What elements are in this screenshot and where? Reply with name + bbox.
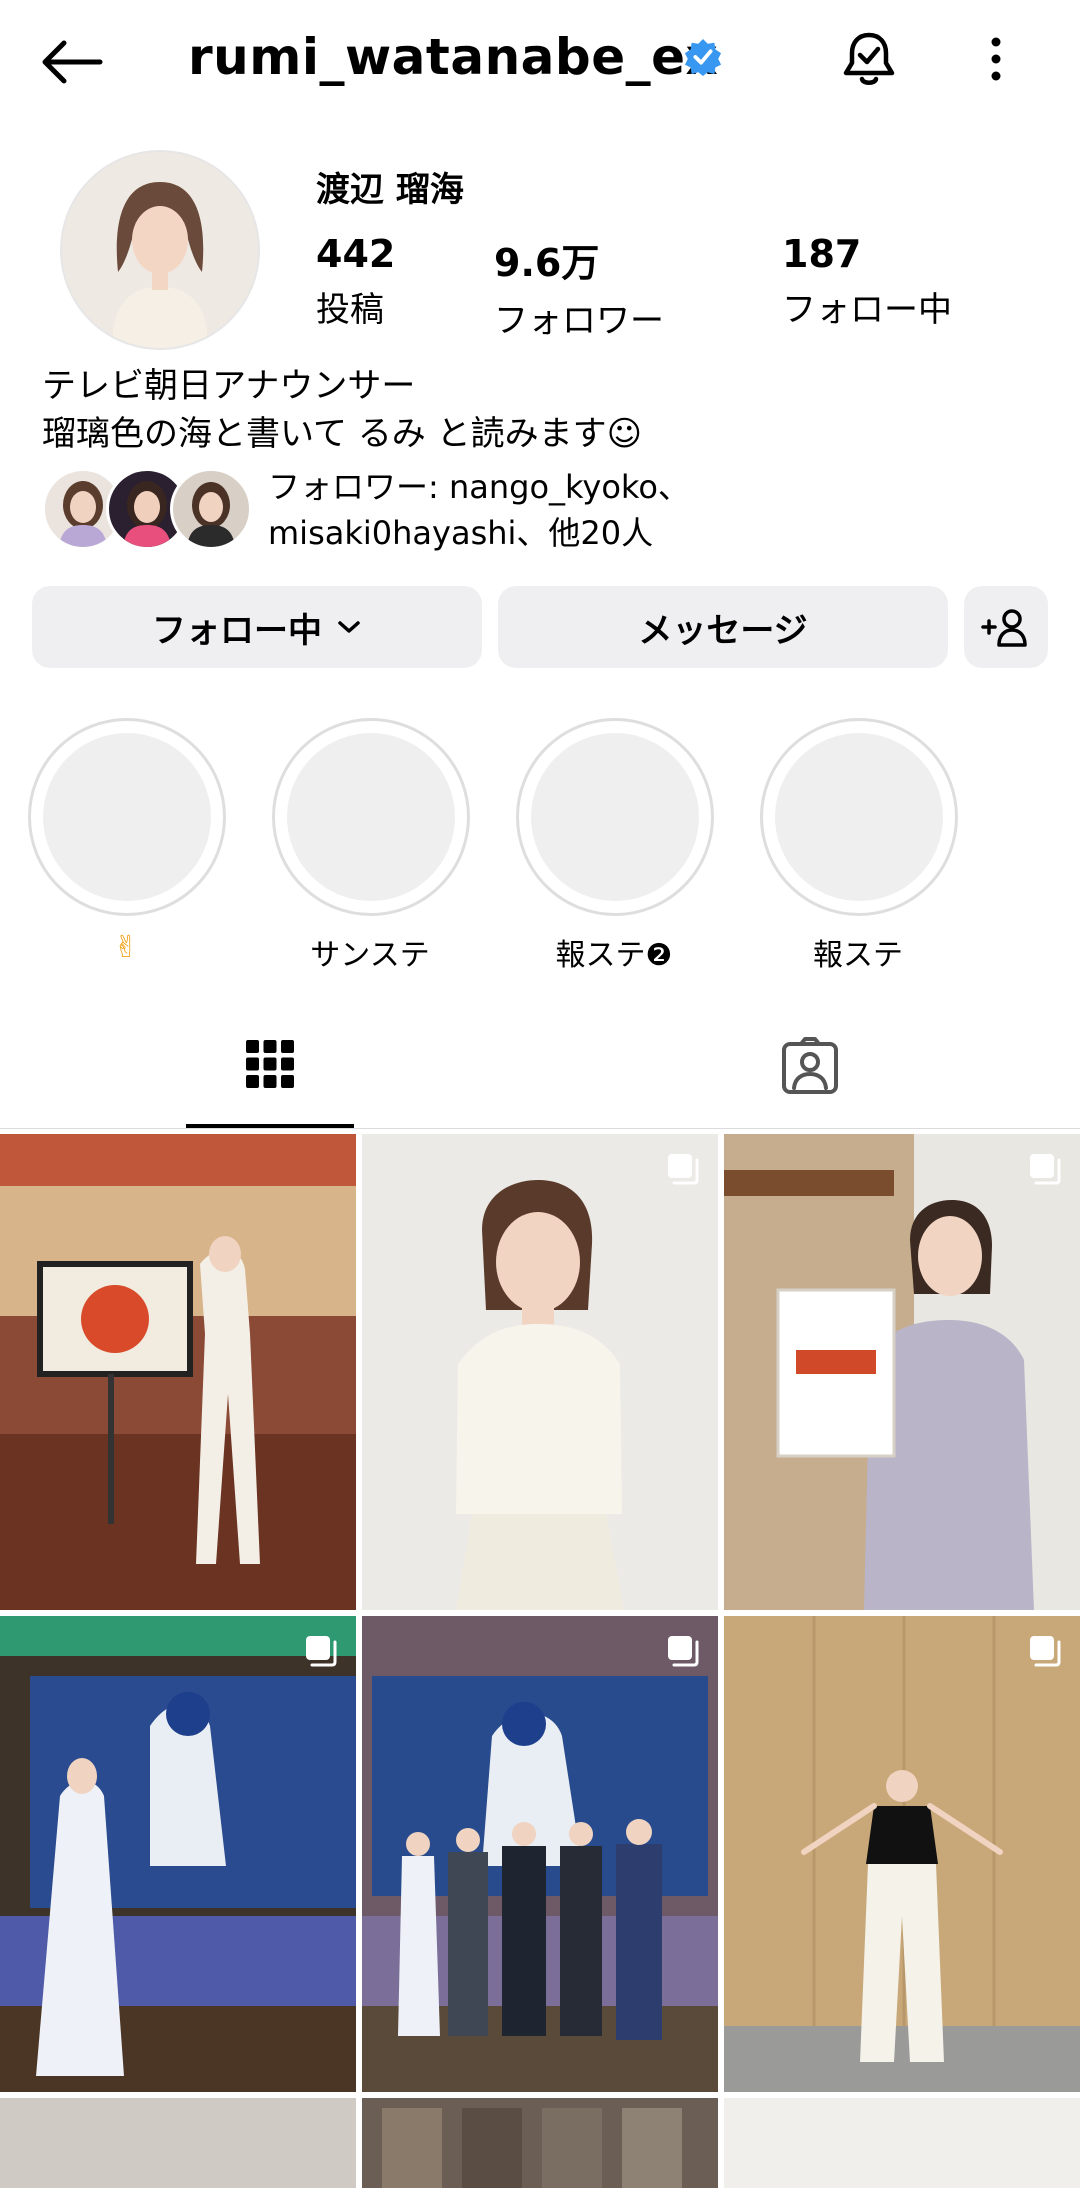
post-image	[362, 1616, 718, 2092]
stat-posts-value: 442	[316, 232, 396, 276]
highlight-cover	[43, 733, 211, 901]
tab-posts-grid[interactable]	[186, 1004, 354, 1128]
bio-line: テレビ朝日アナウンサー	[42, 366, 416, 406]
highlight-ring	[272, 718, 470, 916]
highlight-cover	[775, 733, 943, 901]
avatar-photo	[62, 152, 258, 348]
suggested-users-button[interactable]	[964, 586, 1048, 668]
message-button-label: メッセージ	[638, 610, 808, 651]
post-image	[724, 1134, 1080, 1610]
multiple-photos-icon	[1030, 1154, 1061, 1185]
chevron-down-icon	[338, 621, 360, 633]
mutual-followers-avatars[interactable]	[42, 468, 252, 550]
post-thumbnail[interactable]	[0, 1616, 356, 2092]
post-image	[0, 2098, 356, 2188]
stat-following-label: フォロー中	[782, 290, 952, 330]
post-thumbnail[interactable]	[0, 1134, 356, 1610]
highlight-item[interactable]: 報ステ❷	[516, 718, 714, 974]
post-image	[362, 1134, 718, 1610]
highlight-cover	[287, 733, 455, 901]
tab-tagged[interactable]	[726, 1004, 894, 1128]
post-thumbnail[interactable]	[724, 1616, 1080, 2092]
highlight-label: サンステ	[310, 938, 430, 973]
tagged-person-icon	[782, 1037, 838, 1094]
add-person-icon	[981, 609, 1027, 647]
highlight-ring	[760, 718, 958, 916]
post-image	[362, 2098, 718, 2188]
multiple-photos-icon	[668, 1154, 699, 1185]
mutual-avatar	[170, 468, 252, 550]
post-image	[724, 1616, 1080, 2092]
back-button[interactable]	[36, 26, 108, 98]
back-arrow-icon	[42, 40, 103, 84]
mutual-line: misaki0hayashi、他20人	[268, 514, 654, 552]
bell-check-icon	[843, 32, 895, 85]
post-thumbnail[interactable]	[0, 2098, 356, 2188]
stat-posts[interactable]: 442 投稿	[316, 232, 395, 331]
grid-icon	[246, 1040, 294, 1088]
stat-followers[interactable]: 9.6万 フォロワー	[494, 232, 664, 342]
multiple-photos-icon	[1030, 1636, 1061, 1667]
post-image	[0, 1134, 356, 1610]
highlight-label: 報ステ	[813, 938, 903, 973]
profile-avatar[interactable]	[60, 150, 260, 350]
profile-username: rumi_watanabe_ex	[188, 28, 719, 86]
top-bar: rumi_watanabe_ex	[0, 0, 1080, 120]
stat-following-value: 187	[782, 232, 862, 276]
bio-line: 瑠璃色の海と書いて るみ と読みます☺	[42, 414, 643, 454]
profile-display-name: 渡辺 瑠海	[316, 170, 464, 210]
following-button-label: フォロー中	[152, 610, 322, 651]
multiple-photos-icon	[306, 1636, 337, 1667]
highlight-item[interactable]: サンステ	[272, 718, 470, 974]
post-thumbnail[interactable]	[362, 1616, 718, 2092]
post-image	[0, 1616, 356, 2092]
profile-tabs	[0, 1004, 1080, 1129]
mutual-line: フォロワー: nango_kyoko、	[268, 468, 690, 506]
more-vertical-icon	[991, 37, 1001, 81]
post-thumbnail[interactable]	[362, 1134, 718, 1610]
highlight-cover	[531, 733, 699, 901]
post-thumbnail[interactable]	[724, 2098, 1080, 2188]
highlight-label: 報ステ❷	[555, 938, 673, 973]
post-image	[724, 2098, 1080, 2188]
following-button[interactable]: フォロー中	[32, 586, 482, 668]
highlight-item[interactable]: ✌	[28, 718, 226, 965]
highlight-item[interactable]: 報ステ	[760, 718, 958, 974]
mutual-followers-text[interactable]: フォロワー: nango_kyoko、 misaki0hayashi、他20人	[268, 464, 690, 556]
profile-bio: テレビ朝日アナウンサー 瑠璃色の海と書いて るみ と読みます☺	[42, 362, 642, 458]
message-button[interactable]: メッセージ	[498, 586, 948, 668]
verified-badge-icon	[684, 38, 722, 76]
highlight-ring	[28, 718, 226, 916]
multiple-photos-icon	[668, 1636, 699, 1667]
more-options-button[interactable]	[964, 22, 1028, 96]
highlight-ring	[516, 718, 714, 916]
notifications-button[interactable]	[832, 22, 906, 96]
post-thumbnail[interactable]	[724, 1134, 1080, 1610]
stat-followers-label: フォロワー	[494, 301, 664, 341]
stat-posts-label: 投稿	[316, 290, 384, 330]
post-thumbnail[interactable]	[362, 2098, 718, 2188]
stat-followers-value: 9.6万	[494, 241, 600, 285]
highlight-label: ✌	[113, 930, 139, 965]
stat-following[interactable]: 187 フォロー中	[782, 232, 952, 331]
